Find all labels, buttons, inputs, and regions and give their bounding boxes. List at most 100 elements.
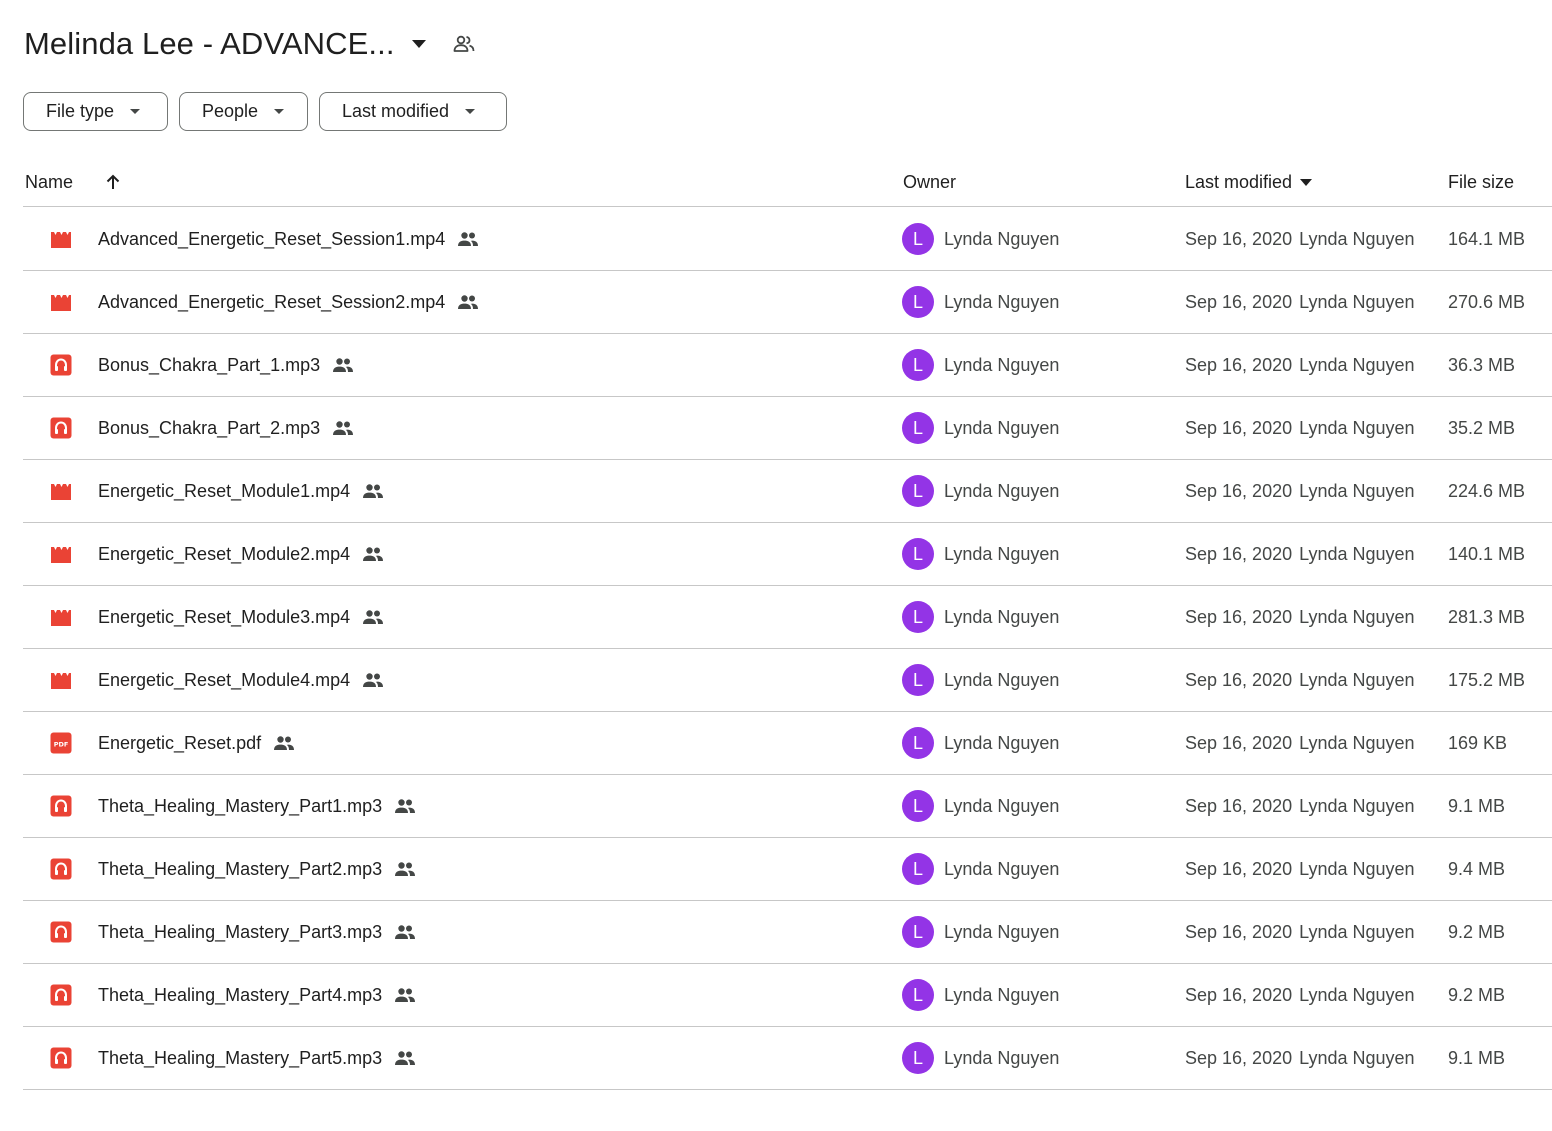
last-modified-cell: Sep 16, 2020 Lynda Nguyen [1185, 775, 1415, 837]
caret-down-icon [465, 109, 476, 114]
avatar[interactable]: L [902, 286, 934, 318]
modified-by: Lynda Nguyen [1299, 858, 1415, 879]
avatar[interactable]: L [902, 664, 934, 696]
file-name: Energetic_Reset_Module3.mp4 [98, 606, 351, 627]
modified-by: Lynda Nguyen [1299, 228, 1415, 249]
modified-date: Sep 16, 2020 [1185, 228, 1293, 249]
last-modified-cell: Sep 16, 2020 Lynda Nguyen [1185, 649, 1415, 711]
avatar[interactable]: L [902, 223, 934, 255]
people-filter[interactable]: People [179, 92, 308, 131]
column-header-file-size[interactable]: File size [1448, 158, 1514, 206]
shared-icon [362, 609, 384, 625]
file-type-filter[interactable]: File type [23, 92, 168, 131]
file-name: Bonus_Chakra_Part_2.mp3 [98, 417, 321, 438]
file-name-cell[interactable]: Energetic_Reset_Module2.mp4 [98, 523, 384, 585]
file-name-cell[interactable]: Advanced_Energetic_Reset_Session1.mp4 [98, 208, 479, 270]
file-name: Energetic_Reset.pdf [98, 732, 262, 753]
avatar[interactable]: L [902, 601, 934, 633]
file-name-cell[interactable]: Theta_Healing_Mastery_Part2.mp3 [98, 838, 416, 900]
avatar[interactable]: L [902, 412, 934, 444]
file-row[interactable]: Theta_Healing_Mastery_Part2.mp3 L Lynda N… [23, 838, 1552, 901]
last-modified-cell: Sep 16, 2020 Lynda Nguyen [1185, 712, 1415, 774]
file-name: Advanced_Energetic_Reset_Session1.mp4 [98, 228, 446, 249]
caret-down-icon [1300, 178, 1313, 186]
file-name-cell[interactable]: Bonus_Chakra_Part_2.mp3 [98, 397, 354, 459]
file-name-cell[interactable]: Bonus_Chakra_Part_1.mp3 [98, 334, 354, 396]
file-size: 9.1 MB [1448, 795, 1506, 816]
file-row[interactable]: Advanced_Energetic_Reset_Session1.mp4 LL… [23, 208, 1552, 271]
file-row[interactable]: Energetic_Reset_Module3.mp4 L Lynda Nguye… [23, 586, 1552, 649]
modified-by: Lynda Nguyen [1299, 795, 1415, 816]
caret-down-icon [130, 109, 141, 114]
owner-name: Lynda Nguyen [944, 417, 1060, 438]
folder-title[interactable]: Melinda Lee - ADVANCE... [24, 26, 395, 62]
drive-folder-view: Melinda Lee - ADVANCE... File type Peopl… [0, 0, 1552, 1131]
last-modified-filter-label: Last modified [342, 101, 450, 121]
modified-by: Lynda Nguyen [1299, 291, 1415, 312]
audio-file-icon [49, 397, 73, 459]
owner-name: Lynda Nguyen [944, 732, 1060, 753]
avatar[interactable]: L [902, 916, 934, 948]
avatar[interactable]: L [902, 538, 934, 570]
file-name: Theta_Healing_Mastery_Part2.mp3 [98, 858, 383, 879]
avatar[interactable]: L [902, 790, 934, 822]
modified-date: Sep 16, 2020 [1185, 669, 1293, 690]
file-name-cell[interactable]: Theta_Healing_Mastery_Part5.mp3 [98, 1027, 416, 1089]
file-name-cell[interactable]: Energetic_Reset_Module3.mp4 [98, 586, 384, 648]
file-row[interactable]: Energetic_Reset_Module4.mp4 L Lynda Nguye… [23, 649, 1552, 712]
file-name-cell[interactable]: Theta_Healing_Mastery_Part3.mp3 [98, 901, 416, 963]
file-row[interactable]: Theta_Healing_Mastery_Part1.mp3 L Lynda N… [23, 775, 1552, 838]
avatar[interactable]: L [902, 1042, 934, 1074]
shared-icon [362, 546, 384, 562]
file-row[interactable]: Bonus_Chakra_Part_1.mp3 L Lynda Nguyen Sep… [23, 334, 1552, 397]
file-name-cell[interactable]: Theta_Healing_Mastery_Part4.mp3 [98, 964, 416, 1026]
file-name-cell[interactable]: Theta_Healing_Mastery_Part1.mp3 [98, 775, 416, 837]
file-list: Advanced_Energetic_Reset_Session1.mp4 LL… [23, 208, 1552, 1090]
column-header-owner[interactable]: Owner [903, 158, 956, 206]
audio-file-icon [49, 775, 73, 837]
owner-name: Lynda Nguyen [944, 606, 1060, 627]
file-row[interactable]: Advanced_Energetic_Reset_Session2.mp4 LL… [23, 271, 1552, 334]
shared-icon [362, 483, 384, 499]
modified-by: Lynda Nguyen [1299, 1047, 1415, 1068]
file-name-cell[interactable]: Advanced_Energetic_Reset_Session2.mp4 [98, 271, 479, 333]
avatar[interactable]: L [902, 979, 934, 1011]
avatar[interactable]: L [902, 727, 934, 759]
shared-people-icon[interactable] [451, 31, 477, 57]
owner-cell: L Lynda Nguyen [902, 523, 1059, 585]
file-row[interactable]: Theta_Healing_Mastery_Part4.mp3 L Lynda N… [23, 964, 1552, 1027]
shared-icon [394, 924, 416, 940]
modified-by: Lynda Nguyen [1299, 543, 1415, 564]
file-name-cell[interactable]: Energetic_Reset_Module1.mp4 [98, 460, 384, 522]
modified-date: Sep 16, 2020 [1185, 1047, 1293, 1068]
owner-name: Lynda Nguyen [944, 228, 1060, 249]
file-name: Theta_Healing_Mastery_Part5.mp3 [98, 1047, 383, 1068]
avatar[interactable]: L [902, 349, 934, 381]
modified-date: Sep 16, 2020 [1185, 732, 1293, 753]
last-modified-cell: Sep 16, 2020 Lynda Nguyen [1185, 586, 1415, 648]
file-name-cell[interactable]: Energetic_Reset.pdf [98, 712, 295, 774]
video-file-icon [49, 649, 73, 711]
file-row[interactable]: Theta_Healing_Mastery_Part5.mp3 L Lynda N… [23, 1027, 1552, 1090]
last-modified-filter[interactable]: Last modified [319, 92, 507, 131]
owner-cell: L Lynda Nguyen [902, 271, 1059, 333]
file-row[interactable]: Bonus_Chakra_Part_2.mp3 L Lynda Nguyen Sep… [23, 397, 1552, 460]
file-row[interactable]: Energetic_Reset_Module1.mp4 L Lynda Nguye… [23, 460, 1552, 523]
shared-icon [273, 735, 295, 751]
owner-name: Lynda Nguyen [944, 543, 1060, 564]
file-row[interactable]: Energetic_Reset_Module2.mp4 L Lynda Nguye… [23, 523, 1552, 586]
caret-down-icon[interactable] [409, 34, 429, 54]
file-row[interactable]: PDF Energetic_Reset.pdf L Lynda Nguyen Sep… [23, 712, 1552, 775]
shared-icon [394, 1050, 416, 1066]
avatar[interactable]: L [902, 475, 934, 507]
file-size: 169 KB [1448, 732, 1508, 753]
shared-icon [332, 420, 354, 436]
arrow-up-icon[interactable] [103, 158, 123, 206]
people-filter-label: People [202, 101, 259, 121]
column-header-last-modified[interactable]: Last modified [1185, 158, 1313, 206]
column-header-name[interactable]: Name [25, 158, 73, 206]
file-name-cell[interactable]: Energetic_Reset_Module4.mp4 [98, 649, 384, 711]
last-modified-cell: Sep 16, 2020 Lynda Nguyen [1185, 271, 1415, 333]
file-row[interactable]: Theta_Healing_Mastery_Part3.mp3 L Lynda N… [23, 901, 1552, 964]
avatar[interactable]: L [902, 853, 934, 885]
